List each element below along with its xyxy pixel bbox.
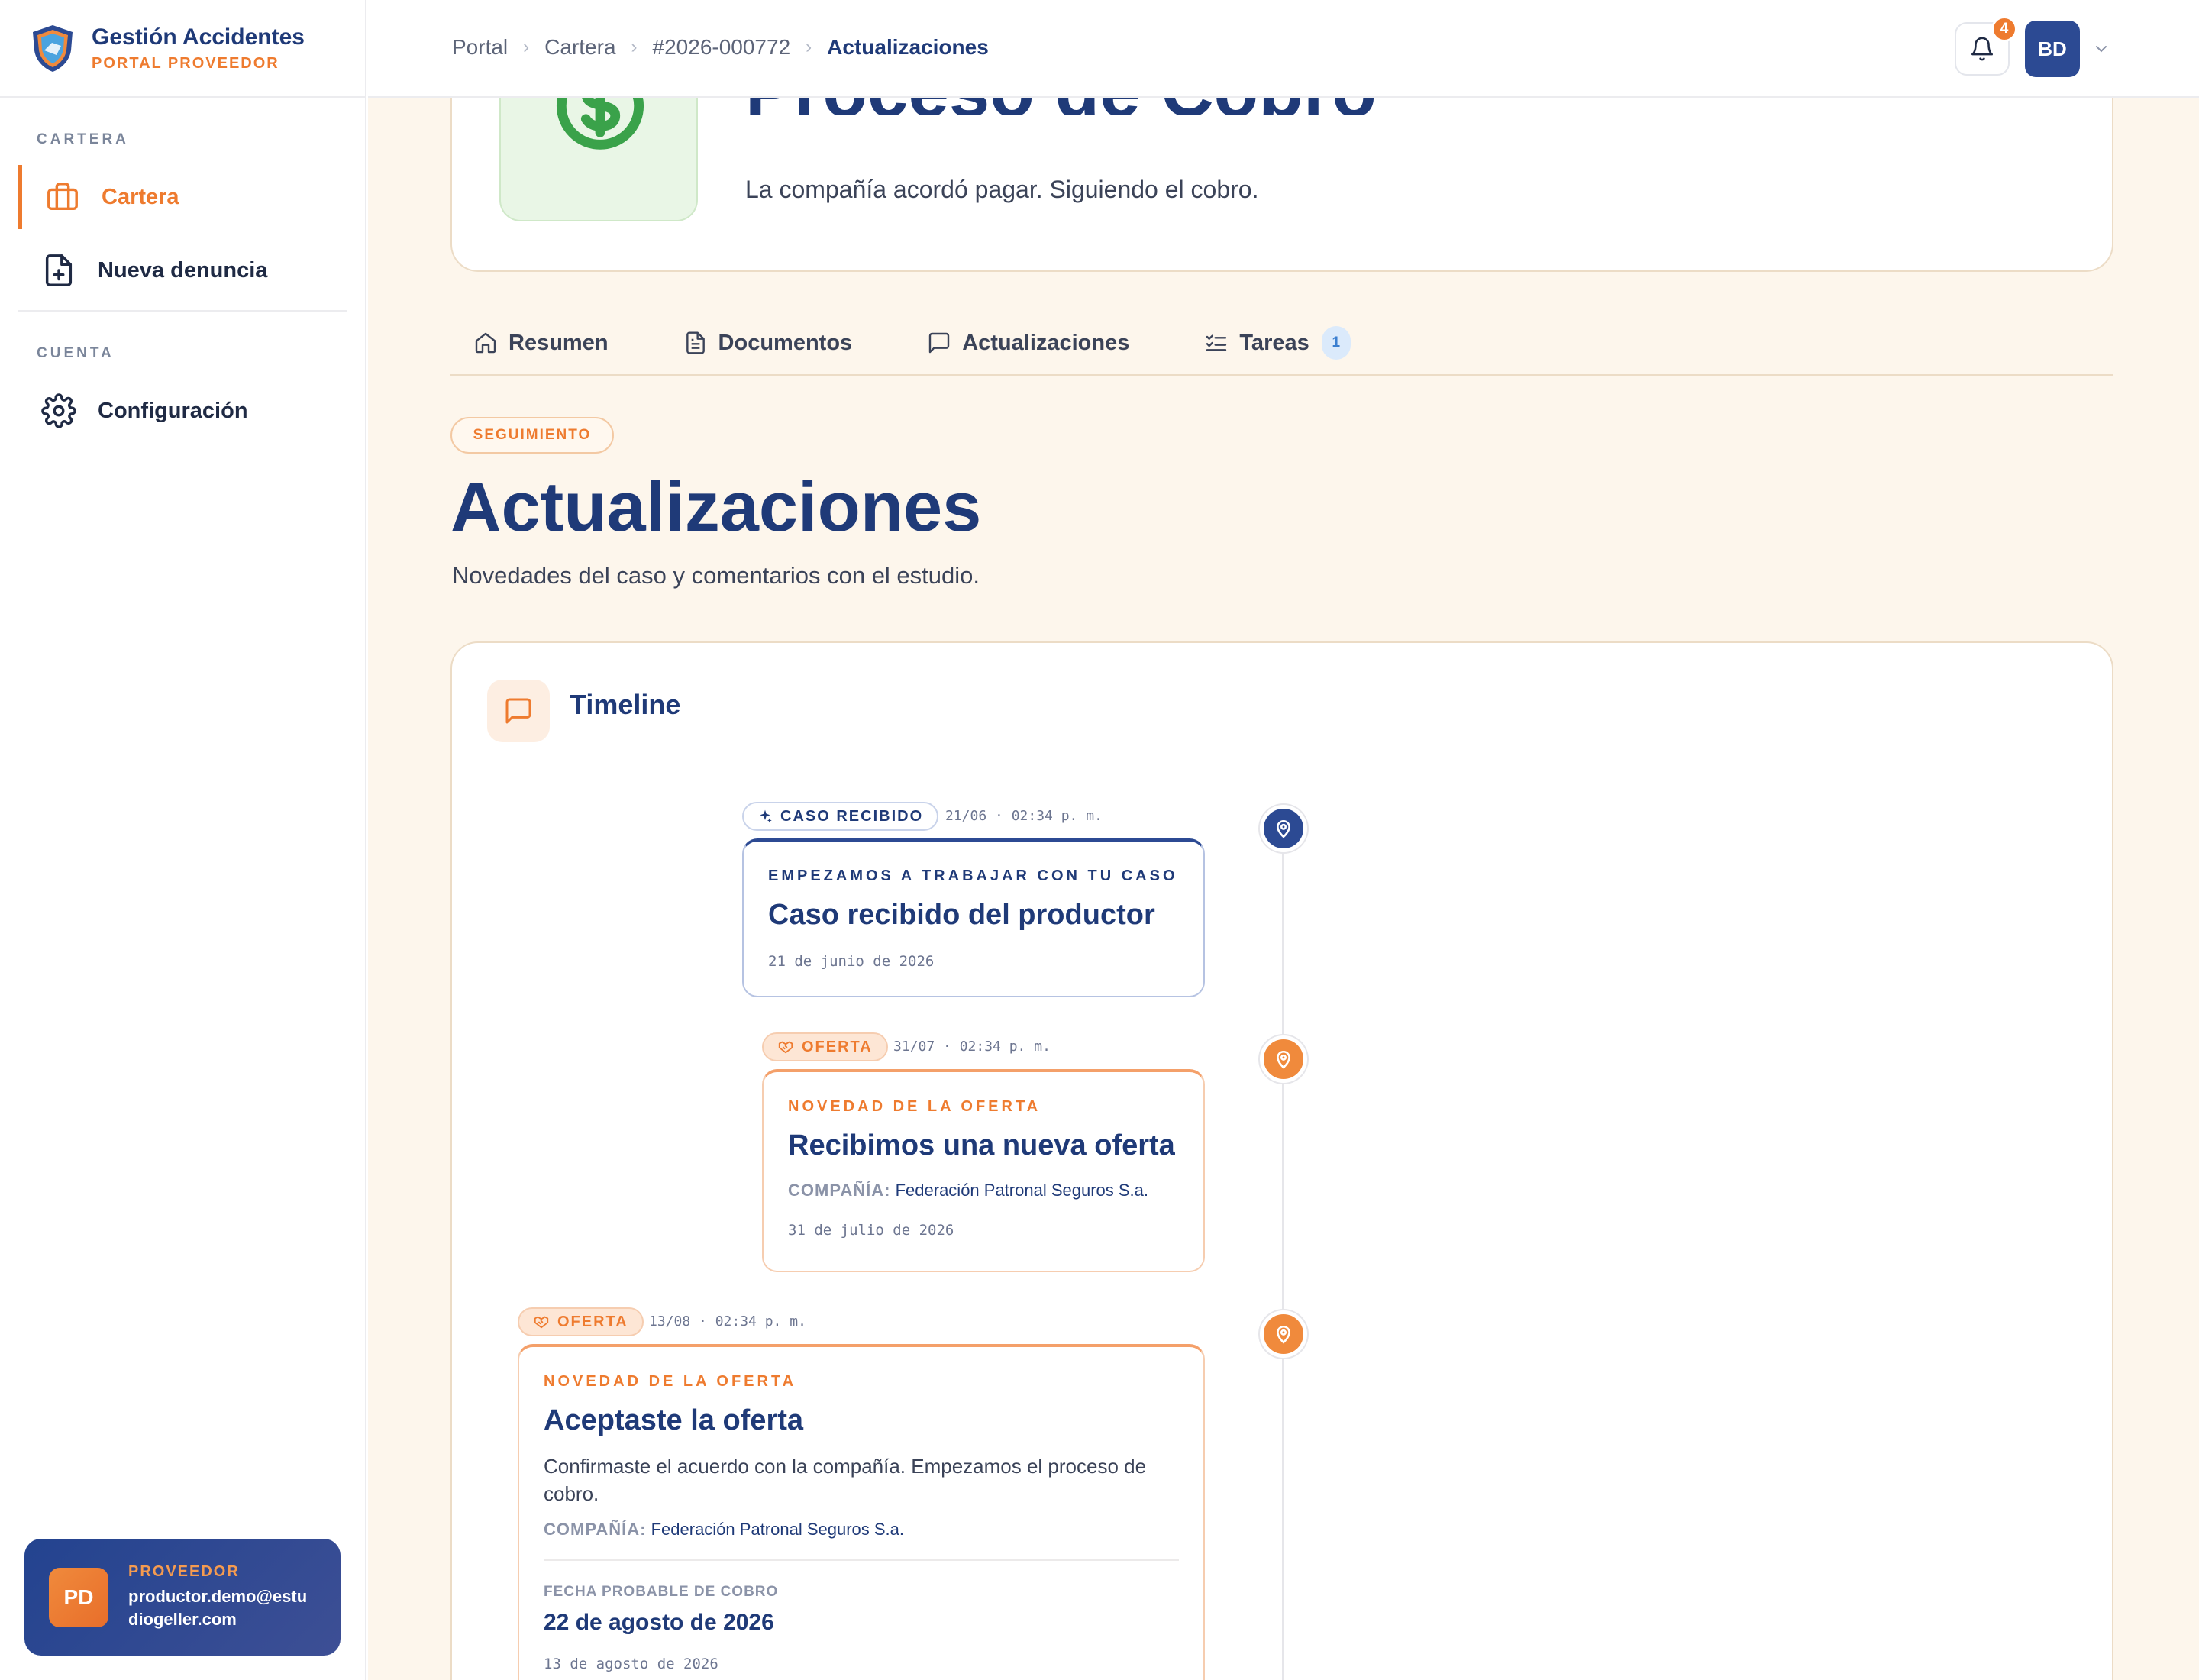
sidebar-item-label: Configuración <box>98 398 248 423</box>
section-pill: SEGUIMIENTO <box>450 417 614 454</box>
event-card[interactable]: NOVEDAD DE LA OFERTA Recibimos una nueva… <box>762 1069 1205 1272</box>
tab-tareas[interactable]: Tareas 1 <box>1180 312 1351 374</box>
chevron-right-icon: › <box>523 37 530 57</box>
sidebar-item-configuracion[interactable]: Configuración <box>18 379 347 443</box>
event-heading: Aceptaste la oferta <box>544 1404 804 1436</box>
user-profile-card[interactable]: PD PROVEEDOR productor.demo@estudiogelle… <box>24 1539 341 1656</box>
company-name: Federación Patronal Seguros S.a. <box>651 1520 905 1539</box>
tab-label: Documentos <box>718 330 853 355</box>
event-company: COMPAÑÍA: Federación Patronal Seguros S.… <box>788 1181 1179 1200</box>
timeline-line <box>1282 831 1284 1680</box>
chevron-right-icon: › <box>806 37 812 57</box>
timeline-marker <box>1260 1035 1307 1083</box>
main-content: Proceso de Cobro La compañía acordó paga… <box>368 0 2199 1680</box>
payment-date-label: FECHA PROBABLE DE COBRO <box>544 1584 779 1600</box>
company-label: COMPAÑÍA: <box>788 1181 891 1200</box>
notification-badge: 4 <box>1991 16 2017 42</box>
event-tag: OFERTA <box>518 1307 644 1336</box>
brand[interactable]: Gestión Accidentes PORTAL PROVEEDOR <box>0 0 365 98</box>
checklist-icon <box>1206 334 1227 351</box>
event-body: Confirmaste el acuerdo con la compañía. … <box>544 1455 1147 1505</box>
home-icon <box>475 332 496 354</box>
sparkle-icon <box>760 809 772 823</box>
profile-role: PROVEEDOR <box>128 1563 240 1580</box>
sidebar-item-nueva-denuncia[interactable]: Nueva denuncia <box>18 238 347 302</box>
section-label-cartera: CARTERA <box>37 131 129 147</box>
tab-actualizaciones[interactable]: Actualizaciones <box>903 312 1129 374</box>
tab-label: Tareas <box>1239 330 1309 355</box>
brand-subtitle: PORTAL PROVEEDOR <box>92 54 279 72</box>
top-bar: Portal › Cartera › #2026-000772 › Actual… <box>368 0 2199 98</box>
chat-icon <box>505 698 531 724</box>
event-timestamp: 21/06 · 02:34 p. m. <box>945 808 1103 824</box>
timeline-marker <box>1260 1310 1307 1358</box>
tab-documentos[interactable]: Documentos <box>659 312 853 374</box>
document-icon <box>686 331 705 354</box>
event-heading: Recibimos una nueva oferta <box>788 1129 1175 1161</box>
event-timestamp: 31/07 · 02:34 p. m. <box>893 1039 1051 1055</box>
event-heading: Caso recibido del productor <box>768 899 1155 931</box>
brand-name: Gestión Accidentes <box>92 24 305 50</box>
event-date: 13 de agosto de 2026 <box>544 1656 718 1672</box>
sidebar-item-cartera[interactable]: Cartera <box>18 165 347 229</box>
task-count-badge: 1 <box>1321 326 1351 360</box>
section-label-cuenta: CUENTA <box>37 345 115 361</box>
status-description: La compañía acordó pagar. Siguiendo el c… <box>745 176 1259 203</box>
profile-email: productor.demo@estudiogeller.com <box>128 1587 308 1629</box>
timeline-title: Timeline <box>570 689 681 720</box>
company-name: Federación Patronal Seguros S.a. <box>895 1181 1149 1200</box>
file-plus-icon <box>45 254 73 286</box>
event-kicker: EMPEZAMOS A TRABAJAR CON TU CASO <box>768 867 1178 884</box>
handshake-icon <box>778 1041 793 1054</box>
bell-icon <box>1971 37 1994 61</box>
event-card[interactable]: EMPEZAMOS A TRABAJAR CON TU CASO Caso re… <box>742 838 1205 997</box>
avatar: PD <box>49 1567 108 1627</box>
event-tag-label: CASO RECIBIDO <box>780 807 924 825</box>
breadcrumb-case[interactable]: #2026-000772 <box>653 35 791 60</box>
event-kicker: NOVEDAD DE LA OFERTA <box>544 1373 797 1390</box>
breadcrumb-current: Actualizaciones <box>827 35 989 59</box>
chevron-down-icon[interactable] <box>2092 40 2110 58</box>
divider <box>544 1559 1179 1561</box>
notifications-button[interactable]: 4 <box>1955 16 2017 76</box>
event-date: 31 de julio de 2026 <box>788 1222 954 1239</box>
event-tag-label: OFERTA <box>802 1038 873 1055</box>
event-tag: CASO RECIBIDO <box>742 802 939 831</box>
payment-date-value: 22 de agosto de 2026 <box>544 1610 774 1635</box>
tab-label: Actualizaciones <box>962 330 1130 355</box>
timeline-marker <box>1260 805 1307 852</box>
sidebar-item-label: Nueva denuncia <box>98 257 268 283</box>
event-date: 21 de junio de 2026 <box>768 953 935 970</box>
tab-resumen[interactable]: Resumen <box>450 312 609 374</box>
chevron-right-icon: › <box>631 37 638 57</box>
page-title: Actualizaciones <box>450 468 982 546</box>
location-pin-icon <box>1277 1051 1290 1069</box>
timeline-header-icon-box <box>487 680 550 742</box>
event-tag: OFERTA <box>762 1032 888 1061</box>
event-company: COMPAÑÍA: Federación Patronal Seguros S.… <box>544 1520 1179 1539</box>
user-menu-button[interactable]: BD <box>2025 21 2080 77</box>
sidebar-divider <box>18 310 347 312</box>
event-tag-label: OFERTA <box>557 1313 628 1330</box>
case-tabs: Resumen Documentos Actualizaciones Tarea… <box>450 312 2113 376</box>
event-kicker: NOVEDAD DE LA OFERTA <box>788 1098 1041 1115</box>
breadcrumb: Portal › Cartera › #2026-000772 › Actual… <box>452 35 989 60</box>
gear-icon <box>41 393 76 428</box>
breadcrumb-portal[interactable]: Portal <box>452 35 508 60</box>
sidebar-item-label: Cartera <box>102 184 179 209</box>
event-card[interactable]: NOVEDAD DE LA OFERTA Aceptaste la oferta… <box>518 1344 1205 1680</box>
handshake-icon <box>534 1316 549 1329</box>
message-icon <box>928 332 950 354</box>
tab-label: Resumen <box>509 330 609 355</box>
briefcase-icon <box>47 183 78 211</box>
location-pin-icon <box>1277 1326 1290 1344</box>
breadcrumb-cartera[interactable]: Cartera <box>544 35 615 60</box>
sidebar: Gestión Accidentes PORTAL PROVEEDOR CART… <box>0 0 366 1680</box>
event-timestamp: 13/08 · 02:34 p. m. <box>649 1313 806 1329</box>
shield-logo-icon <box>33 25 73 72</box>
company-label: COMPAÑÍA: <box>544 1520 647 1539</box>
page-subtitle: Novedades del caso y comentarios con el … <box>452 562 980 589</box>
location-pin-icon <box>1277 820 1290 838</box>
